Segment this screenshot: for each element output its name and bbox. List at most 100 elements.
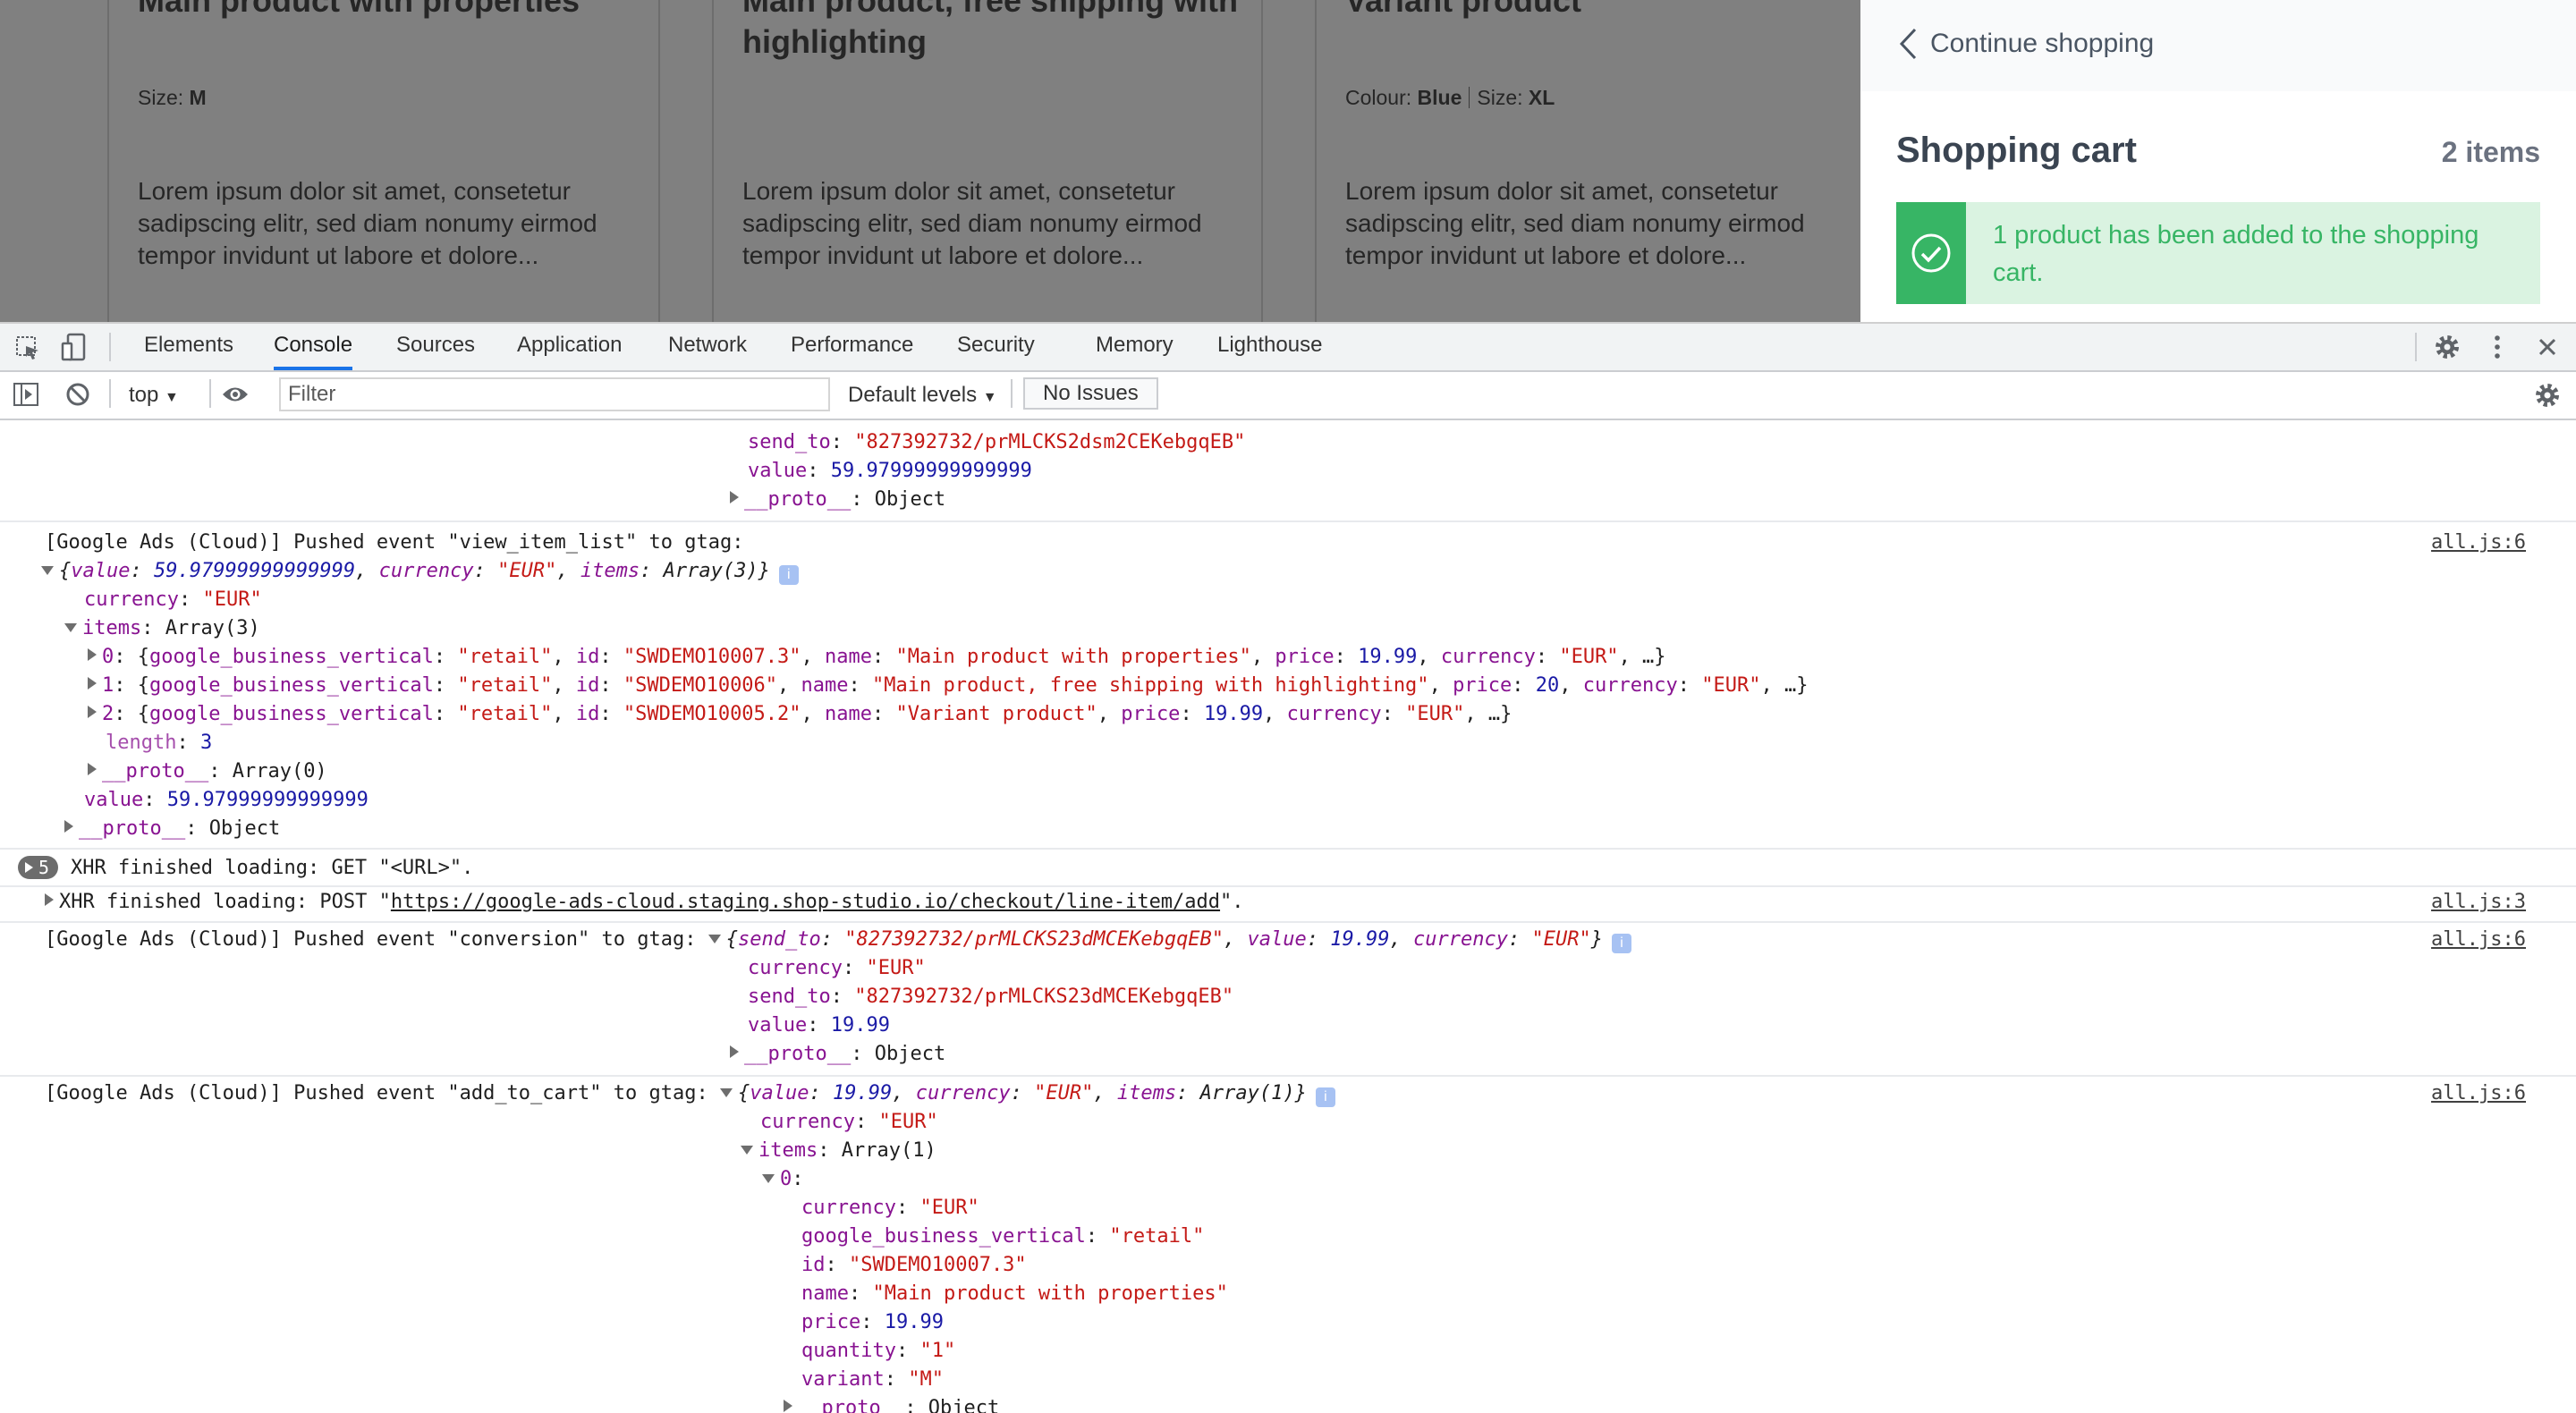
info-icon[interactable]: i [778,565,799,585]
log-property: currency: "EUR" [84,588,262,611]
expand-icon[interactable] [784,1400,792,1412]
message-divider [0,1075,2576,1077]
log-message-add-to-cart[interactable]: [Google Ads (Cloud)] Pushed event "add_t… [45,1080,1335,1107]
source-link[interactable]: all.js:6 [2431,926,2526,953]
product-card-3[interactable]: Variant product Colour: Blue Size: XL Lor… [1315,0,1864,322]
continue-shopping-button[interactable]: Continue shopping [1898,27,2154,61]
sidebar-icon[interactable] [13,381,39,408]
checkmark-circle-icon [1896,202,1966,304]
info-icon[interactable]: i [1315,1087,1335,1107]
expand-icon[interactable] [88,648,97,661]
log-property: length: 3 [106,732,213,754]
log-property: value: 19.99 [748,1014,890,1036]
product-title[interactable]: Main product, free shipping with highlig… [742,0,1261,63]
product-title[interactable]: Main product with properties [138,0,657,21]
property-separator [1469,87,1470,108]
log-property: send_to: "827392732/prMLCKS23dMCEKebgqEB… [748,986,1234,1008]
product-card-1[interactable]: Main product with properties Size: M Lor… [107,0,660,322]
expand-icon[interactable] [730,491,739,503]
repeat-count-badge[interactable]: 5 [18,856,59,879]
log-property: google_business_vertical: "retail" [801,1225,1205,1248]
continue-shopping-label: Continue shopping [1930,29,2155,58]
expand-icon[interactable] [25,862,33,873]
tab-elements[interactable]: Elements [144,333,233,367]
inspect-icon[interactable] [14,334,41,361]
product-description: Lorem ipsum dolor sit amet, consetetur s… [742,177,1202,269]
settings-icon[interactable] [2433,333,2462,361]
tab-network[interactable]: Network [668,333,747,367]
divider [1011,379,1013,408]
log-property: quantity: "1" [801,1340,956,1362]
collapse-icon[interactable] [762,1174,775,1183]
alert-message: 1 product has been added to the shopping… [1993,221,2479,287]
tab-memory[interactable]: Memory [1096,333,1174,367]
log-proto[interactable]: __proto__: Object [784,1395,999,1413]
log-object-summary[interactable]: {value: 59.97999999999999, currency: "EU… [41,558,799,585]
log-item[interactable]: 2: {google_business_vertical: "retail", … [88,701,1512,728]
log-item[interactable]: 0: {google_business_vertical: "retail", … [88,644,1666,671]
divider [109,379,111,408]
info-icon[interactable]: i [1611,934,1631,953]
divider [209,379,211,408]
log-items-array[interactable]: items: Array(3) [64,615,260,642]
source-link[interactable]: all.js:6 [2431,529,2526,556]
product-properties: Size: M [138,86,207,109]
tab-application[interactable]: Application [517,333,622,367]
message-divider [0,885,2576,887]
log-property: currency: "EUR" [801,1197,979,1219]
product-card-2[interactable]: Main product, free shipping with highlig… [712,0,1263,322]
devtools-panel: Elements Console Sources Application Net… [0,322,2576,1413]
close-icon[interactable] [2533,333,2562,361]
log-proto[interactable]: __proto__: Object [64,816,280,842]
eye-icon[interactable] [220,381,250,408]
source-link[interactable]: all.js:3 [2431,889,2526,916]
message-divider [0,520,2576,522]
log-item[interactable]: 1: {google_business_vertical: "retail", … [88,673,1808,699]
console-settings-icon[interactable] [2533,381,2562,410]
expand-icon[interactable] [88,706,97,718]
collapse-icon[interactable] [708,935,721,943]
tab-performance[interactable]: Performance [791,333,913,367]
tab-lighthouse[interactable]: Lighthouse [1217,333,1322,367]
source-link[interactable]: all.js:6 [2431,1080,2526,1107]
context-label: top [129,383,159,407]
log-xhr-get: 5 XHR finished loading: GET "<URL>". [18,855,473,882]
expand-icon[interactable] [88,677,97,690]
filter-input[interactable] [279,377,830,411]
message-divider [0,921,2576,923]
more-icon[interactable] [2483,333,2512,361]
log-proto[interactable]: __proto__: Array(0) [88,758,327,785]
message-divider [0,848,2576,850]
log-levels-dropdown[interactable]: Default levels ▼ [848,383,997,408]
clear-icon[interactable] [64,381,91,408]
request-url-link[interactable]: https://google-ads-cloud.staging.shop-st… [391,891,1220,913]
product-title[interactable]: Variant product [1345,0,1864,21]
log-items-array[interactable]: items: Array(1) [741,1138,936,1164]
collapse-icon[interactable] [741,1146,753,1155]
dropdown-icon: ▼ [165,390,179,405]
product-listing-overlay: Main product with properties Size: M Lor… [0,0,1860,322]
log-property: currency: "EUR" [748,957,926,979]
expand-icon[interactable] [730,1045,739,1058]
log-message-conversion[interactable]: [Google Ads (Cloud)] Pushed event "conve… [45,926,1631,953]
log-proto[interactable]: __proto__: Object [730,1041,945,1068]
expand-icon[interactable] [88,763,97,775]
divider [2415,333,2417,361]
expand-icon[interactable] [45,893,54,906]
device-icon[interactable] [61,333,88,361]
tab-sources[interactable]: Sources [396,333,475,367]
context-selector[interactable]: top ▼ [129,383,179,408]
console-output: send_to: "827392732/prMLCKS2dsm2CEKebgqE… [0,420,2576,1413]
collapse-icon[interactable] [64,623,77,632]
log-xhr-post[interactable]: XHR finished loading: POST "https://goog… [45,889,1244,916]
collapse-icon[interactable] [41,566,54,575]
expand-icon[interactable] [64,820,73,833]
log-item[interactable]: 0: [762,1166,804,1193]
log-property: price: 19.99 [801,1311,944,1333]
issues-button[interactable]: No Issues [1023,377,1158,410]
collapse-icon[interactable] [719,1088,733,1097]
tab-security[interactable]: Security [957,333,1035,367]
product-description: Lorem ipsum dolor sit amet, consetetur s… [1345,177,1805,269]
log-proto[interactable]: __proto__: Object [730,487,945,513]
tab-console[interactable]: Console [274,333,353,370]
